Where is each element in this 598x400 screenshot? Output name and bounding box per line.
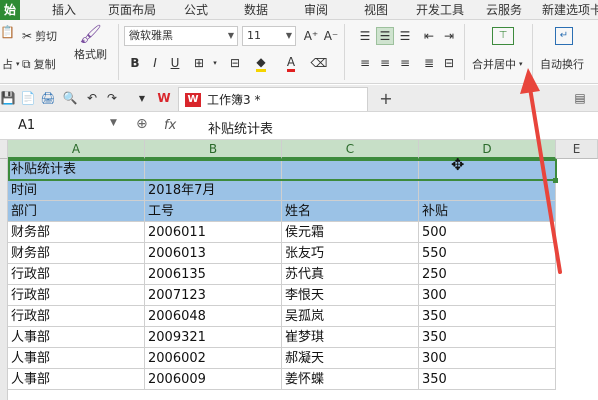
arrow-shaft: [528, 86, 562, 274]
arrow-head: [520, 68, 540, 94]
annotation-arrow: [520, 68, 562, 274]
